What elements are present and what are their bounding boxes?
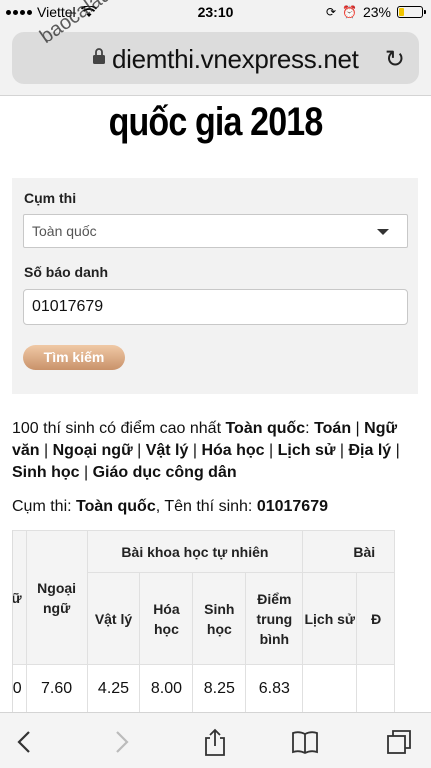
col-header-vat-ly: Vật lý [86,572,141,665]
link-ngoai-ngu[interactable]: Ngoại ngữ [53,442,133,459]
link-vat-ly[interactable]: Vật lý [146,442,189,459]
link-dia-ly[interactable]: Địa lý [348,442,391,459]
table-cell [302,664,358,712]
col-header-sinh-hoc: Sinh học [192,572,247,665]
group-header-social: Bài [302,530,395,573]
tabs-icon[interactable] [384,727,414,757]
table-cell: 8.25 [192,664,247,712]
cluster-label: Cụm thi [24,190,77,206]
status-bar: Viettel 23:10 ⟳ ⏰ 23% [0,0,431,24]
battery-icon [397,6,426,18]
top-scope: Toàn quốc [225,420,306,437]
col-header-partial: ữ [13,530,27,665]
cluster-select[interactable]: Toàn quốc [23,214,408,248]
browser-bottom-toolbar [0,712,431,768]
table-cell: 7.60 [25,664,88,712]
summary-name: 01017679 [256,498,328,515]
col-header-partial-2: Đ [356,572,395,665]
address-bar[interactable]: diemthi.vnexpress.net ↻ [12,32,419,84]
top-prefix: 100 thí sinh có điểm cao nhất [12,420,226,437]
group-header-natural: Bài khoa học tự nhiên [86,530,304,573]
col-header-ngoai-ngu: Ngoại ngữ [25,530,88,665]
alarm-icon: ⏰ [342,5,357,19]
url-text: diemthi.vnexpress.net [112,44,359,74]
table-cell: 4.25 [86,664,141,712]
cluster-select-value: Toàn quốc [32,223,97,239]
sbd-label: Số báo danh [24,264,108,280]
table-cell: 8.00 [139,664,194,712]
table-cell: 6.83 [245,664,304,712]
search-form: Cụm thi Toàn quốc Số báo danh 01017679 T… [12,178,418,394]
link-gdcd[interactable]: Giáo dục công dân [93,464,237,481]
forward-icon[interactable] [106,727,136,757]
table-cell: 0 [13,664,27,712]
battery-percent: 23% [362,4,391,20]
link-sinh-hoc[interactable]: Sinh học [12,464,80,481]
link-hoa-hoc[interactable]: Hóa học [201,442,264,459]
col-header-diem-tb: Điểm trung bình [245,572,304,665]
table-cell [356,664,395,712]
bookmarks-icon[interactable] [290,727,320,757]
link-lich-su[interactable]: Lịch sử [278,442,336,459]
search-button[interactable]: Tìm kiếm [23,345,125,370]
page-headline: quốc gia 2018 [108,100,324,144]
reload-icon[interactable]: ↻ [385,45,405,74]
summary-cluster: Toàn quốc [76,498,156,515]
top-students-text: 100 thí sinh có điểm cao nhất Toàn quốc:… [12,420,400,481]
score-table: ữ Ngoại ngữ Bài khoa học tự nhiên Bài Vậ… [13,530,395,712]
summary-name-label: , Tên thí sinh: [155,498,257,515]
rotation-lock-icon: ⟳ [325,5,337,19]
browser-toolbar: diemthi.vnexpress.net ↻ [0,24,431,96]
score-table-container[interactable]: ữ Ngoại ngữ Bài khoa học tự nhiên Bài Vậ… [12,530,419,712]
caret-down-icon [377,229,389,235]
table-row: 0 7.60 4.25 8.00 8.25 6.83 [13,664,395,712]
result-summary: Cụm thi: Toàn quốc, Tên thí sinh: 010176… [12,498,422,516]
summary-cluster-label: Cụm thi: [12,498,77,515]
sbd-input[interactable]: 01017679 [23,289,408,325]
lock-icon [93,48,105,64]
share-icon[interactable] [200,727,230,757]
top-colon: : [305,420,315,437]
col-header-lich-su: Lịch sử [302,572,358,665]
link-toan[interactable]: Toán [314,420,351,437]
back-icon[interactable] [10,727,40,757]
col-header-hoa-hoc: Hóa học [139,572,194,665]
